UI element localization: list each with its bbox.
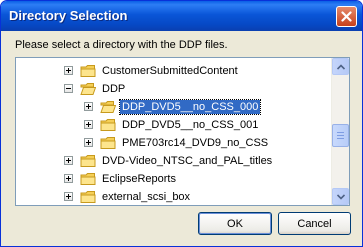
tree-item[interactable]: DDP [64,80,127,97]
scroll-up-button[interactable] [332,58,349,75]
expand-toggle[interactable] [64,156,73,165]
directory-selection-dialog: Directory Selection Please select a dire… [0,0,363,247]
tree-item-label: DDP_DVD5__no_CSS_001 [122,118,259,131]
tree-item-label: external_scsi_box [102,190,191,203]
folder-icon [100,118,116,131]
close-button[interactable] [336,6,357,27]
tree-item[interactable]: DVD-Video_NTSC_and_PAL_titles [64,152,274,169]
open-folder-icon [100,100,116,113]
chevron-down-icon [337,194,345,200]
tree-item-label: DDP [102,82,126,95]
folder-icon [80,172,96,185]
directory-tree[interactable]: CustomerSubmittedContent DDP DDP_DVD5__no_… [15,57,350,206]
tree-item[interactable]: DDP_DVD5__no_CSS_000 [84,98,262,115]
cancel-button[interactable]: Cancel [278,212,351,235]
expand-toggle[interactable] [64,192,73,201]
tree-item[interactable]: EclipseReports [64,170,178,187]
folder-icon [80,64,96,77]
tree-item[interactable]: PME703rc14_DVD9_no_CSS [84,134,270,151]
vertical-scrollbar[interactable] [331,58,349,205]
open-folder-icon [80,82,96,95]
scroll-down-button[interactable] [332,188,349,205]
expand-toggle[interactable] [64,66,73,75]
tree-item[interactable]: CustomerSubmittedContent [64,62,240,79]
tree-item-label: EclipseReports [102,172,176,185]
tree-item[interactable]: DDP_DVD5__no_CSS_001 [84,116,260,133]
tree-item-label: PME703rc14_DVD9_no_CSS [122,136,269,149]
folder-icon [100,136,116,149]
folder-icon [80,154,96,167]
expand-toggle[interactable] [84,120,93,129]
close-icon [341,11,352,22]
expand-toggle[interactable] [84,102,93,111]
window-title: Directory Selection [9,8,128,23]
tree-rows: CustomerSubmittedContent DDP DDP_DVD5__no_… [16,58,332,205]
chevron-up-icon [337,64,345,70]
scrollbar-thumb[interactable] [332,124,349,147]
folder-icon [80,190,96,203]
expand-toggle[interactable] [64,174,73,183]
collapse-toggle[interactable] [64,84,73,93]
tree-item-label: CustomerSubmittedContent [102,64,238,77]
title-bar[interactable]: Directory Selection [1,1,362,31]
tree-item[interactable]: external_scsi_box [64,188,192,205]
tree-item-label: DVD-Video_NTSC_and_PAL_titles [102,154,273,167]
ok-button[interactable]: OK [198,212,272,235]
instruction-text: Please select a directory with the DDP f… [15,39,228,51]
tree-item-label: DDP_DVD5__no_CSS_000 [118,98,262,115]
expand-toggle[interactable] [84,138,93,147]
